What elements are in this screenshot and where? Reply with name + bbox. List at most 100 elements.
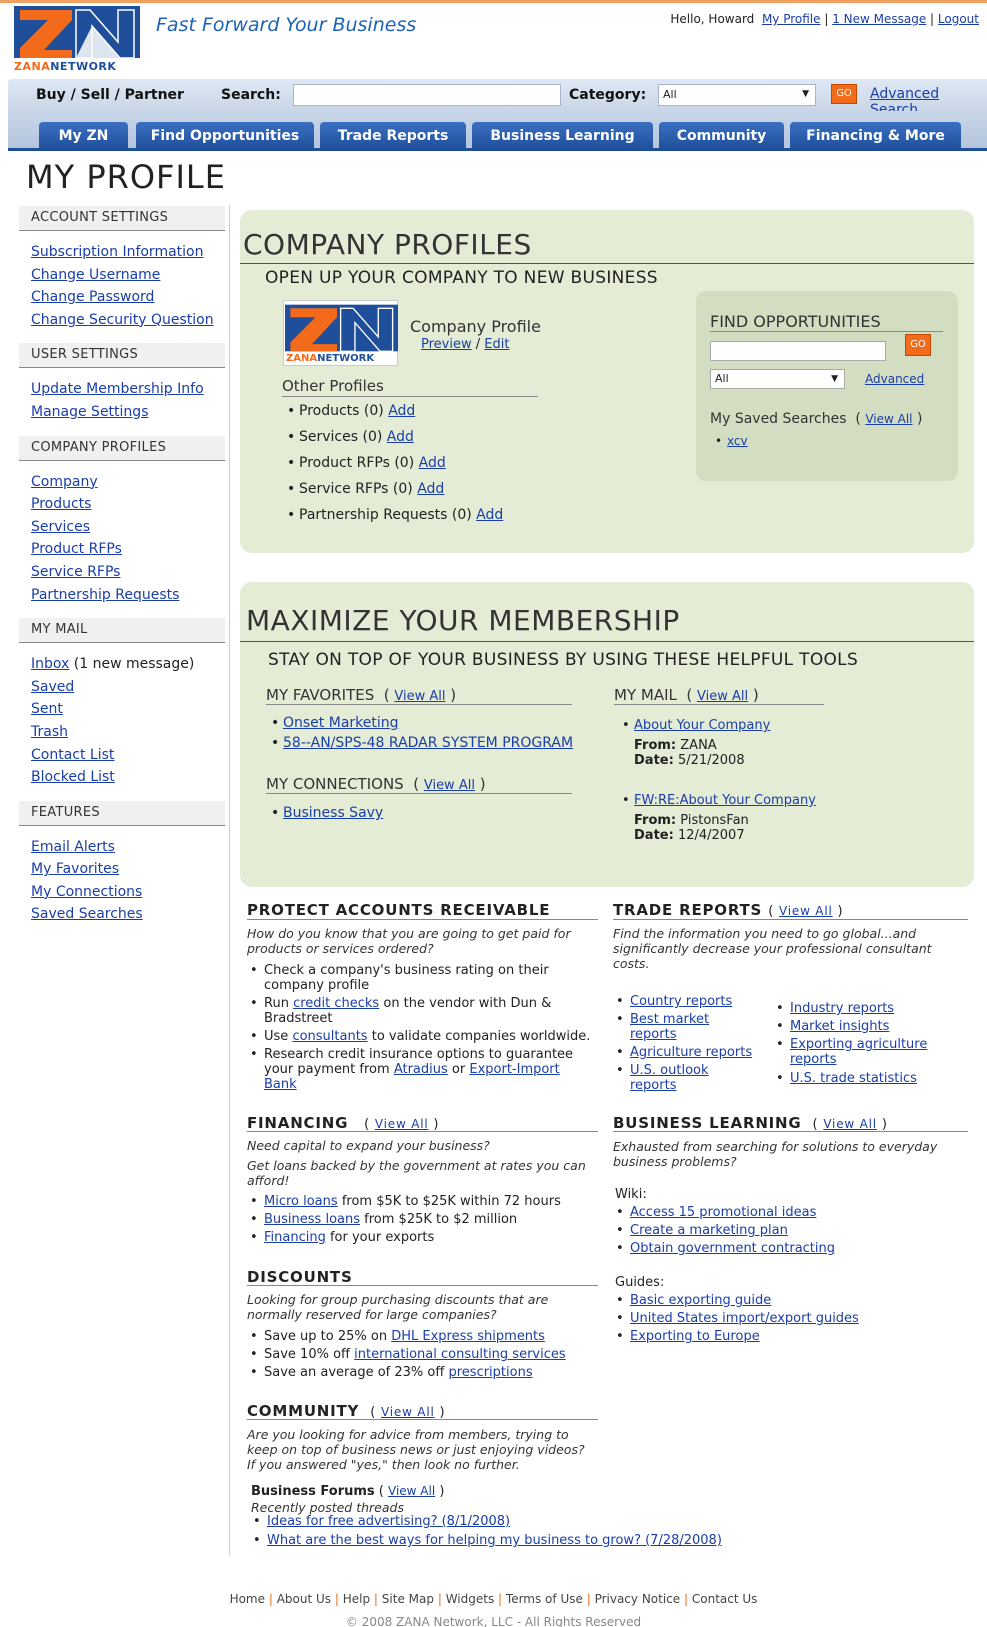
tab-community[interactable]: Community [659,122,784,150]
financing-item-text: from $5K to $25K within 72 hours [341,1194,561,1209]
tab-business-learning[interactable]: Business Learning [472,122,653,150]
sidebar-item-email-alerts[interactable]: Email Alerts [31,839,115,855]
consulting-services-link[interactable]: international consulting services [354,1347,566,1362]
sidebar-item-update-membership[interactable]: Update Membership Info [31,381,204,397]
business-learning-view-all[interactable]: View All [823,1117,877,1131]
sidebar-item-trash[interactable]: Trash [31,724,68,740]
trade-report-item: Industry reports [776,1001,960,1016]
sidebar-item-change-password[interactable]: Change Password [31,289,154,305]
agriculture-reports-link[interactable]: Agriculture reports [630,1045,752,1060]
community-view-all[interactable]: View All [381,1405,435,1419]
sidebar-item-inbox[interactable]: Inbox [31,656,69,672]
sidebar-item-my-connections[interactable]: My Connections [31,884,142,900]
promotional-ideas-link[interactable]: Access 15 promotional ideas [630,1205,816,1220]
add-service-rfps-link[interactable]: Add [417,481,444,497]
footer-help-link[interactable]: Help [343,1592,370,1606]
opportunity-advanced-link[interactable]: Advanced [865,372,924,386]
favorites-view-all[interactable]: View All [394,689,445,704]
tab-find-opportunities[interactable]: Find Opportunities [136,122,314,150]
my-profile-link[interactable]: My Profile [762,12,821,26]
saved-search-link[interactable]: xcv [727,434,748,448]
tab-financing-more[interactable]: Financing & More [790,122,961,150]
footer-terms-link[interactable]: Terms of Use [506,1592,583,1606]
sidebar-item-contact-list[interactable]: Contact List [31,747,114,763]
marketing-plan-link[interactable]: Create a marketing plan [630,1223,788,1238]
mail-subject-link-2[interactable]: FW:RE:About Your Company [634,793,816,808]
tab-trade-reports[interactable]: Trade Reports [320,122,466,150]
sidebar-item-change-security-question[interactable]: Change Security Question [31,312,214,328]
us-trade-statistics-link[interactable]: U.S. trade statistics [790,1071,917,1086]
favorite-link-onset[interactable]: Onset Marketing [283,715,399,731]
add-partnership-requests-link[interactable]: Add [476,507,503,523]
forums-view-all[interactable]: View All [388,1484,435,1498]
credit-checks-link[interactable]: credit checks [293,996,379,1011]
sidebar-item-subscription[interactable]: Subscription Information [31,244,203,260]
exporting-agriculture-reports-link[interactable]: Exporting agriculture reports [790,1037,927,1067]
trade-reports-view-all[interactable]: View All [779,904,833,918]
sidebar-item-product-rfps[interactable]: Product RFPs [31,541,122,557]
sidebar-item-sent[interactable]: Sent [31,701,63,717]
country-reports-link[interactable]: Country reports [630,994,732,1009]
connection-link-business-savy[interactable]: Business Savy [283,805,383,821]
mail-subject-link-1[interactable]: About Your Company [634,718,770,733]
sidebar-item-products[interactable]: Products [31,496,91,512]
exporting-to-europe-link[interactable]: Exporting to Europe [630,1329,760,1344]
connections-view-all[interactable]: View All [424,778,475,793]
consultants-link[interactable]: consultants [292,1029,367,1044]
sidebar-item-blocked-list[interactable]: Blocked List [31,769,115,785]
sidebar-item-partnership-requests[interactable]: Partnership Requests [31,587,179,603]
financing-view-all[interactable]: View All [375,1117,429,1131]
add-product-rfps-link[interactable]: Add [419,455,446,471]
sidebar-item-my-favorites[interactable]: My Favorites [31,861,119,877]
sidebar-item-change-username[interactable]: Change Username [31,267,160,283]
mail-view-all[interactable]: View All [697,689,748,704]
government-contracting-link[interactable]: Obtain government contracting [630,1241,835,1256]
add-products-link[interactable]: Add [388,403,415,419]
sidebar-item-saved[interactable]: Saved [31,679,74,695]
micro-loans-link[interactable]: Micro loans [264,1194,338,1209]
us-outlook-reports-link[interactable]: U.S. outlook reports [630,1063,709,1093]
atradius-link[interactable]: Atradius [394,1062,448,1077]
new-message-link[interactable]: 1 New Message [832,12,926,26]
category-select[interactable]: All ▼ [658,84,816,106]
opportunity-go-button[interactable]: GO [905,334,931,356]
business-loans-link[interactable]: Business loans [264,1212,360,1227]
thread-link-advertising[interactable]: Ideas for free advertising? (8/1/2008) [267,1514,510,1529]
edit-link[interactable]: Edit [484,337,509,352]
dhl-express-link[interactable]: DHL Express shipments [391,1329,545,1344]
sidebar-item-service-rfps[interactable]: Service RFPs [31,564,120,580]
company-logo-wordmark: ZANANETWORK [286,353,375,364]
thread-link-grow-business[interactable]: What are the best ways for helping my bu… [267,1533,722,1548]
favorite-link-radar[interactable]: 58--AN/SPS-48 RADAR SYSTEM PROGRAM [283,735,573,751]
search-go-button[interactable]: GO [831,84,857,104]
prescriptions-link[interactable]: prescriptions [448,1365,532,1380]
opportunity-category-select[interactable]: All ▼ [710,369,845,389]
add-services-link[interactable]: Add [387,429,414,445]
community-rule [247,1419,598,1420]
zananetwork-logo[interactable]: ZANANETWORK [14,6,140,74]
tab-my-zn[interactable]: My ZN [39,122,128,150]
search-input[interactable] [293,84,561,106]
import-export-guides-link[interactable]: United States import/export guides [630,1311,859,1326]
sidebar-item-manage-settings[interactable]: Manage Settings [31,404,148,420]
saved-searches-view-all[interactable]: View All [865,412,912,426]
market-insights-link[interactable]: Market insights [790,1019,889,1034]
sidebar-item-services[interactable]: Services [31,519,90,535]
industry-reports-link[interactable]: Industry reports [790,1001,894,1016]
footer-widgets-link[interactable]: Widgets [446,1592,495,1606]
footer-sitemap-link[interactable]: Site Map [382,1592,434,1606]
footer-home-link[interactable]: Home [230,1592,265,1606]
opportunity-search-input[interactable] [710,341,886,361]
sidebar-item-saved-searches[interactable]: Saved Searches [31,906,143,922]
sidebar-item-company[interactable]: Company [31,474,98,490]
protect-text: to validate companies worldwide. [371,1029,591,1044]
footer-about-link[interactable]: About Us [277,1592,331,1606]
best-market-reports-link[interactable]: Best market reports [630,1012,709,1042]
financing-link[interactable]: Financing [264,1230,326,1245]
financing-item-text: for your exports [329,1230,435,1245]
preview-link[interactable]: Preview [421,337,472,352]
footer-privacy-link[interactable]: Privacy Notice [595,1592,681,1606]
basic-exporting-guide-link[interactable]: Basic exporting guide [630,1293,771,1308]
logout-link[interactable]: Logout [938,12,979,26]
footer-contact-link[interactable]: Contact Us [692,1592,758,1606]
